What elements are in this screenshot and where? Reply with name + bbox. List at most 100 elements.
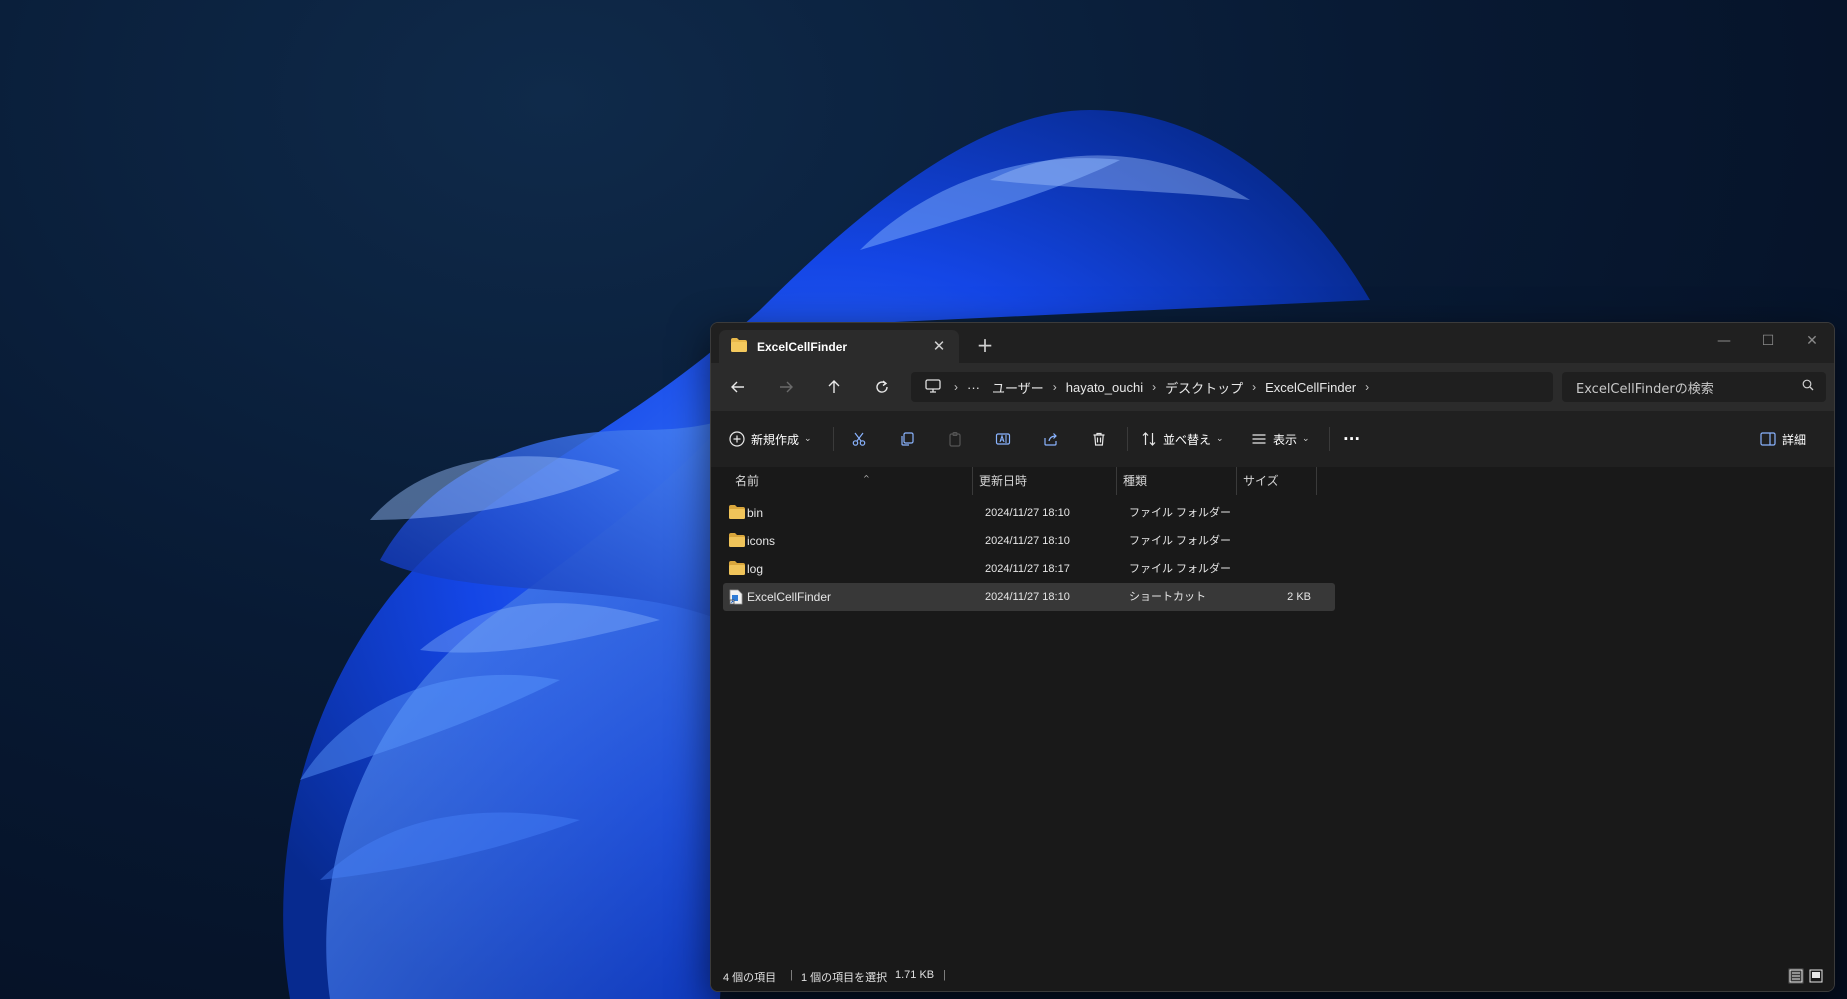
view-button-label: 表示 bbox=[1273, 432, 1298, 447]
tab-excelcellfinder[interactable]: ExcelCellFinder ✕ bbox=[719, 330, 959, 363]
details-view-toggle[interactable] bbox=[1788, 968, 1804, 984]
copy-button[interactable] bbox=[899, 425, 915, 453]
chevron-down-icon: ⌄ bbox=[804, 434, 812, 444]
sort-ascending-icon: ^ bbox=[863, 474, 870, 483]
breadcrumb-excelcellfinder[interactable]: ExcelCellFinder bbox=[1259, 380, 1362, 395]
up-button[interactable] bbox=[819, 373, 849, 401]
file-explorer-window: ExcelCellFinder ✕ + — ☐ ✕ › ··· ユーザー › h… bbox=[710, 322, 1835, 992]
address-bar[interactable]: › ··· ユーザー › hayato_ouchi › デスクトップ › Exc… bbox=[911, 372, 1553, 402]
chevron-right-icon[interactable]: › bbox=[1249, 380, 1259, 394]
share-button[interactable] bbox=[1043, 425, 1059, 453]
cut-button[interactable] bbox=[851, 425, 867, 453]
column-header-name-label: 名前 bbox=[735, 474, 760, 488]
desktop-background: ExcelCellFinder ✕ + — ☐ ✕ › ··· ユーザー › h… bbox=[0, 0, 1847, 999]
monitor-icon bbox=[925, 378, 941, 396]
thumbnail-view-toggle[interactable] bbox=[1808, 968, 1824, 984]
file-modified: 2024/11/27 18:10 bbox=[985, 535, 1070, 547]
status-selection-size: 1.71 KB bbox=[895, 969, 935, 981]
new-tab-button[interactable]: + bbox=[973, 333, 997, 357]
trash-icon bbox=[1093, 432, 1105, 446]
chevron-right-icon: › bbox=[954, 380, 958, 394]
toolbar-divider bbox=[1329, 427, 1330, 451]
chevron-right-icon[interactable]: › bbox=[1362, 380, 1372, 394]
file-list: bin 2024/11/27 18:10 ファイル フォルダー icons 20… bbox=[723, 499, 1335, 611]
status-divider: | bbox=[943, 969, 946, 981]
paste-button[interactable] bbox=[947, 425, 963, 453]
file-list-area: 名前 ^ 更新日時 種類 サイズ bin 2024/11/27 18:10 ファ… bbox=[711, 467, 1834, 955]
chevron-down-icon: ⌄ bbox=[1216, 434, 1224, 444]
tab-title: ExcelCellFinder bbox=[757, 339, 848, 354]
clipboard-icon bbox=[949, 431, 961, 447]
column-header-size-label: サイズ bbox=[1243, 474, 1279, 488]
file-type: ファイル フォルダー bbox=[1129, 507, 1232, 519]
column-header-type[interactable]: 種類 bbox=[1117, 467, 1237, 495]
scissors-icon bbox=[852, 432, 866, 446]
breadcrumb-desktop[interactable]: デスクトップ bbox=[1159, 378, 1249, 397]
forward-button[interactable] bbox=[771, 373, 801, 401]
status-item-count: 4 個の項目 bbox=[723, 972, 777, 984]
status-bar: 4 個の項目 | 1 個の項目を選択 1.71 KB | bbox=[711, 961, 1834, 991]
file-name: bin bbox=[747, 506, 764, 520]
details-pane-button[interactable]: 詳細 bbox=[1760, 425, 1806, 453]
breadcrumb-hayato-ouchi[interactable]: hayato_ouchi bbox=[1060, 380, 1149, 395]
search-placeholder: ExcelCellFinderの検索 bbox=[1576, 381, 1714, 397]
folder-icon bbox=[731, 337, 747, 356]
sort-button[interactable]: 並べ替え ⌄ bbox=[1141, 425, 1224, 453]
search-icon bbox=[1802, 379, 1814, 395]
chevron-right-icon[interactable]: › bbox=[1050, 380, 1060, 394]
file-type: ファイル フォルダー bbox=[1129, 563, 1232, 575]
file-type: ファイル フォルダー bbox=[1129, 535, 1232, 547]
view-button[interactable]: 表示 ⌄ bbox=[1251, 425, 1310, 453]
file-type: ショートカット bbox=[1129, 591, 1206, 603]
file-size bbox=[1243, 555, 1311, 583]
shortcut-icon bbox=[729, 589, 743, 608]
column-header-type-label: 種類 bbox=[1123, 474, 1148, 488]
title-bar: ExcelCellFinder ✕ + — ☐ ✕ bbox=[711, 323, 1834, 363]
table-row[interactable]: icons 2024/11/27 18:10 ファイル フォルダー bbox=[723, 527, 1335, 555]
thumbnail-view-icon bbox=[1809, 969, 1823, 983]
column-header-name[interactable]: 名前 ^ bbox=[723, 467, 973, 495]
arrow-right-icon bbox=[780, 381, 793, 393]
status-selection: 1 個の項目を選択 bbox=[801, 972, 888, 984]
file-name: log bbox=[747, 562, 764, 576]
sort-icon bbox=[1142, 432, 1156, 446]
new-button[interactable]: 新規作成 ⌄ bbox=[729, 425, 812, 453]
file-modified: 2024/11/27 18:10 bbox=[985, 507, 1070, 519]
toolbar-divider bbox=[833, 427, 834, 451]
more-options-button[interactable]: ··· bbox=[1343, 425, 1360, 453]
file-modified: 2024/11/27 18:10 bbox=[985, 591, 1070, 603]
list-view-icon bbox=[1252, 434, 1266, 444]
plus-circle-icon bbox=[729, 431, 745, 447]
sort-button-label: 並べ替え bbox=[1163, 432, 1212, 447]
breadcrumb-overflow[interactable]: ··· bbox=[961, 380, 986, 395]
new-button-label: 新規作成 bbox=[751, 432, 800, 447]
close-tab-icon[interactable]: ✕ bbox=[931, 338, 947, 354]
status-divider: | bbox=[790, 969, 793, 981]
navigation-bar: › ··· ユーザー › hayato_ouchi › デスクトップ › Exc… bbox=[711, 363, 1834, 412]
arrow-left-icon bbox=[731, 381, 744, 393]
share-icon bbox=[1044, 433, 1057, 446]
back-button[interactable] bbox=[723, 373, 753, 401]
refresh-button[interactable] bbox=[867, 373, 897, 401]
column-header-row: 名前 ^ 更新日時 種類 サイズ bbox=[723, 467, 1335, 495]
folder-icon bbox=[729, 505, 745, 522]
toolbar-divider bbox=[1127, 427, 1128, 451]
file-size bbox=[1243, 499, 1311, 527]
minimize-button[interactable]: — bbox=[1702, 327, 1746, 355]
table-row[interactable]: log 2024/11/27 18:17 ファイル フォルダー bbox=[723, 555, 1335, 583]
rename-icon bbox=[995, 433, 1011, 445]
details-view-icon bbox=[1789, 969, 1803, 983]
column-header-size[interactable]: サイズ bbox=[1237, 467, 1317, 495]
file-size bbox=[1243, 527, 1311, 555]
chevron-right-icon[interactable]: › bbox=[1149, 380, 1159, 394]
close-window-button[interactable]: ✕ bbox=[1790, 327, 1834, 355]
column-header-modified[interactable]: 更新日時 bbox=[973, 467, 1117, 495]
breadcrumb-users[interactable]: ユーザー bbox=[986, 378, 1050, 397]
search-input[interactable]: ExcelCellFinderの検索 bbox=[1562, 372, 1826, 402]
table-row[interactable]: bin 2024/11/27 18:10 ファイル フォルダー bbox=[723, 499, 1335, 527]
maximize-button[interactable]: ☐ bbox=[1746, 327, 1790, 355]
rename-button[interactable] bbox=[995, 425, 1011, 453]
arrow-up-icon bbox=[828, 380, 840, 393]
table-row-selected[interactable]: ExcelCellFinder 2024/11/27 18:10 ショートカット… bbox=[723, 583, 1335, 611]
delete-button[interactable] bbox=[1091, 425, 1107, 453]
